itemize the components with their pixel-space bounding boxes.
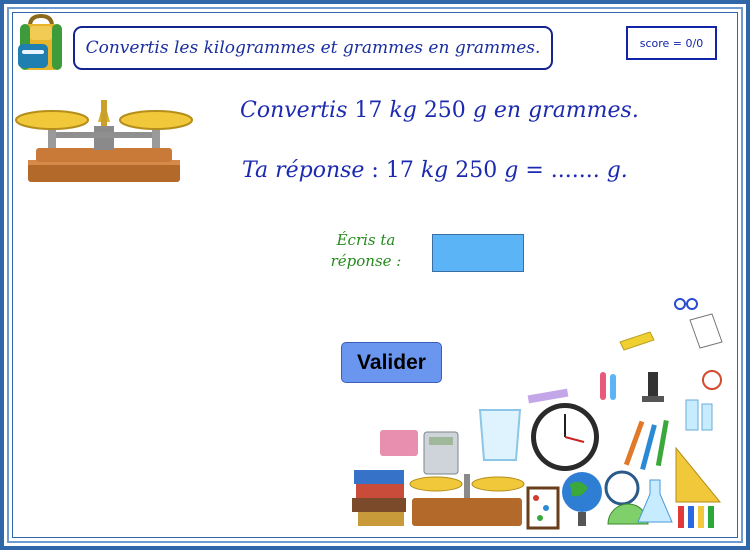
answer-blank: ....... [550,158,600,183]
answer-kg: 17 [385,158,414,183]
answer-g-unit: g [504,158,519,183]
question-g-unit: g [472,98,487,123]
answer-input[interactable] [432,234,524,272]
answer-unit: g. [606,158,628,183]
answer-g: 250 [455,158,498,183]
answer-kg-unit: kg [420,158,449,183]
answer-input-label-line2: réponse : [330,252,402,270]
question-kg: 17 [354,98,383,123]
answer-prefix: Ta réponse [242,158,365,183]
answer-colon: : [364,158,386,183]
answer-equals: = [518,158,551,183]
question-suffix: en grammes. [493,98,639,123]
balance-scale-icon [15,100,193,182]
exercise-title: Convertis les kilogrammes et grammes en … [73,26,553,70]
question-text: Convertis 17 kg 250 g en grammes. [240,98,720,132]
answer-statement: Ta réponse : 17 kg 250 g = ....... g. [242,158,722,192]
question-prefix: Convertis [240,98,348,123]
school-supplies-collage [352,298,723,530]
question-g: 250 [423,98,466,123]
answer-input-label-line1: Écris ta [336,231,396,249]
answer-input-label: Écris ta réponse : [318,230,414,276]
score-display: score = 0/0 [626,26,717,60]
question-kg-unit: kg [389,98,417,123]
backpack-icon [18,14,62,70]
